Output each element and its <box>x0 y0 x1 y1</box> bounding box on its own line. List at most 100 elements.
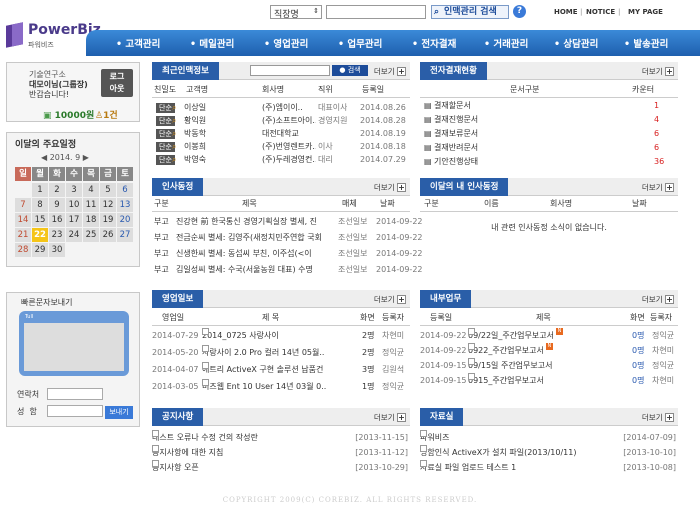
notice-more-link[interactable]: 더보기 + <box>374 412 406 423</box>
nav-mail[interactable]: • 메일관리 <box>190 36 234 50</box>
sales-row[interactable]: 2014-04-07 에트리 ActiveX 구현 솔루션 납품건 3명 김원석 <box>152 362 410 377</box>
calendar-date[interactable]: 29 <box>32 243 48 257</box>
sms-message-area[interactable] <box>24 323 124 371</box>
calendar-date[interactable]: 18 <box>83 213 99 227</box>
calendar-date[interactable]: 24 <box>66 228 82 242</box>
home-link[interactable]: HOME <box>554 8 578 16</box>
notice-link[interactable]: NOTICE <box>586 8 615 16</box>
hr-row[interactable]: 부고 신생한씨 별세: 동섭씨 부친, 이주섭(<이 조선일보 2014-09-22 <box>152 246 423 261</box>
hr-row[interactable]: 부고 김일성씨 별세: 수국(서울농원 대표) 수명 조선일보 2014-09-22 <box>152 262 423 277</box>
calendar-date[interactable]: 25 <box>83 228 99 242</box>
hr-cell: 부고 <box>154 265 169 274</box>
calendar-date[interactable]: 16 <box>49 213 65 227</box>
search-category-select[interactable]: 직장명 ⇕ <box>270 5 322 20</box>
calendar-month-nav[interactable]: ◀ 2014. 9 ▶ <box>41 153 89 162</box>
calendar-date[interactable]: 12 <box>100 198 116 212</box>
calendar-date[interactable]: 6 <box>117 183 133 197</box>
contact-input[interactable] <box>47 388 103 400</box>
myhr-more-link[interactable]: 더보기 + <box>642 182 674 193</box>
logout-button[interactable]: 로그 아웃 <box>101 69 133 97</box>
calendar-date[interactable]: 17 <box>66 213 82 227</box>
work-date: 2014-09-15 <box>420 376 467 385</box>
contacts-search-input[interactable] <box>250 65 330 76</box>
work-more-link[interactable]: 더보기 + <box>642 294 674 305</box>
name-input[interactable] <box>47 405 103 417</box>
notice-panel: 공지사항 더보기 + 테스트 오류나 수정 건의 작성란 [2013-11-15]… <box>152 408 410 480</box>
calendar-date[interactable]: 10 <box>66 198 82 212</box>
calendar-date[interactable]: 20 <box>117 213 133 227</box>
calendar-date[interactable]: 1 <box>32 183 48 197</box>
calendar-date[interactable]: 13 <box>117 198 133 212</box>
hr-more-link[interactable]: 더보기 + <box>374 182 406 193</box>
sales-more-link[interactable]: 더보기 + <box>374 294 406 305</box>
mypage-link[interactable]: MY PAGE <box>628 8 663 16</box>
sales-date: 2014-05-20 <box>152 348 199 357</box>
hr-cell: 신생한씨 별세: 동섭씨 부친, 이주섭(<이 <box>176 249 312 258</box>
calendar-date[interactable]: 14 <box>15 213 31 227</box>
points-value: 10000원 <box>54 111 95 121</box>
nav-trade[interactable]: • 거래관리 <box>484 36 528 50</box>
help-icon[interactable]: ? <box>513 5 526 18</box>
work-row[interactable]: 2014-09-22 0922_주간업무보고서 N 0명 차현미 <box>420 343 678 358</box>
contact-cell: 2014.07.29 <box>360 155 406 164</box>
notice-row[interactable]: 공지사항 오픈 [2013-10-29] <box>152 460 410 475</box>
approval-row[interactable]: ▤ 결재보류문서 6 <box>420 126 678 141</box>
calendar-date[interactable]: 8 <box>32 198 48 212</box>
calendar-date[interactable]: 11 <box>83 198 99 212</box>
nav-sales[interactable]: • 영업관리 <box>264 36 308 50</box>
points[interactable]: ▣ 10000원 <box>43 108 94 121</box>
sales-row[interactable]: 2014-03-05 비즈웹 Ent 10 User 14년 03월 0.. 1명 정… <box>152 379 410 394</box>
hr-cell: 조선일보 <box>338 249 368 258</box>
approval-count: 1 <box>654 101 660 110</box>
calendar-date[interactable]: 15 <box>32 213 48 227</box>
network-search-button[interactable]: ⌕ 인맥관리 검색 <box>431 5 509 19</box>
calendar-date[interactable]: 26 <box>100 228 116 242</box>
send-sms-button[interactable]: 보내기 <box>105 406 133 419</box>
work-row[interactable]: 2014-09-15 09/15일 주간업무보고서 0명 정익균 <box>420 358 678 373</box>
archive-row[interactable]: 명함인식 ActiveX가 설치 파일(2013/10/11) [2013-10-… <box>420 445 678 460</box>
calendar-date[interactable]: 4 <box>83 183 99 197</box>
message-count[interactable]: ♙1건 <box>95 108 118 121</box>
notice-row[interactable]: 테스트 오류나 수정 건의 작성란 [2013-11-15] <box>152 430 410 445</box>
calendar-date[interactable]: 3 <box>66 183 82 197</box>
nav-customer[interactable]: • 고객관리 <box>116 36 160 50</box>
sales-row[interactable]: 2014-07-29 2014_0725 사랑사이 2명 차현미 <box>152 328 410 343</box>
approval-row[interactable]: ▤ 결재반려문서 6 <box>420 140 678 155</box>
calendar-date <box>100 243 116 257</box>
contacts-search-button[interactable]: ● 검색 <box>332 65 368 76</box>
calendar-date[interactable]: 5 <box>100 183 116 197</box>
calendar-date[interactable]: 19 <box>100 213 116 227</box>
approval-row[interactable]: ▤ 기안진행상태 36 <box>420 154 678 169</box>
calendar-date[interactable]: 2 <box>49 183 65 197</box>
calendar-date[interactable]: 21 <box>15 228 31 242</box>
calendar-date[interactable]: 27 <box>117 228 133 242</box>
brand-logo[interactable]: PowerBiz 파워비즈 <box>6 22 101 56</box>
work-row[interactable]: 2014-09-15 0915_주간업무보고서 0명 차현미 <box>420 373 678 388</box>
nav-consult[interactable]: • 상담관리 <box>554 36 598 50</box>
monthly-calendar: 이달의 주요일정 ◀ 2014. 9 ▶ 일 월 화 수 목 금 토 12345… <box>6 132 140 267</box>
hr-row[interactable]: 부고 진강현 前 한국통신 경영기획실장 별세, 진 조선일보 2014-09-22 <box>152 214 423 229</box>
approval-more-link[interactable]: 더보기 + <box>642 66 674 77</box>
contacts-more-link[interactable]: 더보기 + <box>374 66 406 77</box>
calendar-date[interactable]: 22 <box>32 228 48 242</box>
archive-more-link[interactable]: 더보기 + <box>642 412 674 423</box>
hr-row[interactable]: 부고 전금순씨 별세: 김영주(새정치민주연합 국회 조선일보 2014-09-22 <box>152 230 423 245</box>
approval-row[interactable]: ▤ 결재할문서 1 <box>420 98 678 113</box>
search-input[interactable] <box>326 5 426 19</box>
work-row[interactable]: 2014-09-22 09/22일_주간업무보고서 N 0명 정익균 <box>420 328 678 343</box>
contact-row[interactable]: 단순 ⌕ 박영숙 (주)두레경영컨.. 대리 2014.07.29 <box>152 152 410 167</box>
sales-views: 2명 <box>362 348 375 357</box>
approval-row[interactable]: ▤ 결재진행문서 4 <box>420 112 678 127</box>
nav-approval[interactable]: • 전자결재 <box>412 36 456 50</box>
calendar-date[interactable]: 28 <box>15 243 31 257</box>
archive-row[interactable]: 파워비즈 [2014-07-09] <box>420 430 678 445</box>
nav-send[interactable]: • 발송관리 <box>624 36 668 50</box>
nav-work[interactable]: • 업무관리 <box>338 36 382 50</box>
sales-row[interactable]: 2014-05-20 사랑사이 2.0 Pro 컬러 14년 05월.. 2명 정익균 <box>152 345 410 360</box>
calendar-date[interactable]: 30 <box>49 243 65 257</box>
calendar-date[interactable]: 23 <box>49 228 65 242</box>
calendar-date[interactable]: 9 <box>49 198 65 212</box>
notice-row[interactable]: 공지사항에 대한 지침 [2013-11-12] <box>152 445 410 460</box>
archive-row[interactable]: 자료실 파일 업로드 테스트 1 [2013-10-08] <box>420 460 678 475</box>
calendar-date[interactable]: 7 <box>15 198 31 212</box>
